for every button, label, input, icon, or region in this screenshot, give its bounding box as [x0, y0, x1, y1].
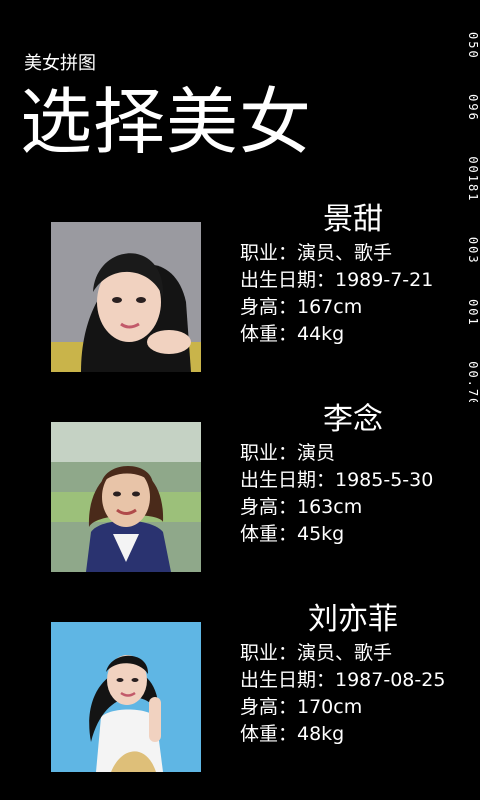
portrait-image: [51, 422, 201, 572]
counter-value: 00181: [466, 156, 480, 203]
job-text: 职业：演员: [240, 442, 336, 464]
portrait-photo[interactable]: [51, 422, 201, 572]
item-name: 李念: [323, 402, 383, 437]
portrait-photo[interactable]: [51, 622, 201, 772]
weight-text: 体重：45kg: [240, 523, 345, 545]
page-title: 选择美女: [20, 80, 313, 164]
birth-date-text: 出生日期：1989-7-21: [240, 269, 434, 291]
counter-value: 050: [466, 32, 480, 60]
counter-value: 096: [466, 94, 480, 122]
item-name: 刘亦菲: [308, 602, 398, 637]
portrait-image: [51, 622, 201, 772]
list-item-liuyifei[interactable]: 刘亦菲 职业：演员、歌手 出生日期：1987-08-25 身高：170cm 体重…: [0, 600, 480, 800]
height-text: 身高：163cm: [240, 496, 363, 518]
height-text: 身高：167cm: [240, 296, 363, 318]
birth-date-text: 出生日期：1987-08-25: [240, 669, 446, 691]
beauty-list: 景甜 职业：演员、歌手 出生日期：1989-7-21 身高：167cm 体重：4…: [0, 200, 480, 800]
job-text: 职业：演员、歌手: [240, 242, 393, 264]
list-item-jingtian[interactable]: 景甜 职业：演员、歌手 出生日期：1989-7-21 身高：167cm 体重：4…: [0, 200, 480, 400]
app-title: 美女拼图: [24, 53, 96, 74]
weight-text: 体重：44kg: [240, 323, 345, 345]
item-details: 职业：演员 出生日期：1985-5-30 身高：163cm 体重：45kg: [240, 440, 433, 548]
list-item-linian[interactable]: 李念 职业：演员 出生日期：1985-5-30 身高：163cm 体重：45kg: [0, 400, 480, 600]
weight-text: 体重：48kg: [240, 723, 345, 745]
height-text: 身高：170cm: [240, 696, 363, 718]
portrait-photo[interactable]: [51, 222, 201, 372]
birth-date-text: 出生日期：1985-5-30: [240, 469, 434, 491]
item-details: 职业：演员、歌手 出生日期：1989-7-21 身高：167cm 体重：44kg: [240, 240, 433, 348]
item-details: 职业：演员、歌手 出生日期：1987-08-25 身高：170cm 体重：48k…: [240, 640, 445, 748]
item-name: 景甜: [323, 202, 383, 237]
job-text: 职业：演员、歌手: [240, 642, 393, 664]
portrait-image: [51, 222, 201, 372]
